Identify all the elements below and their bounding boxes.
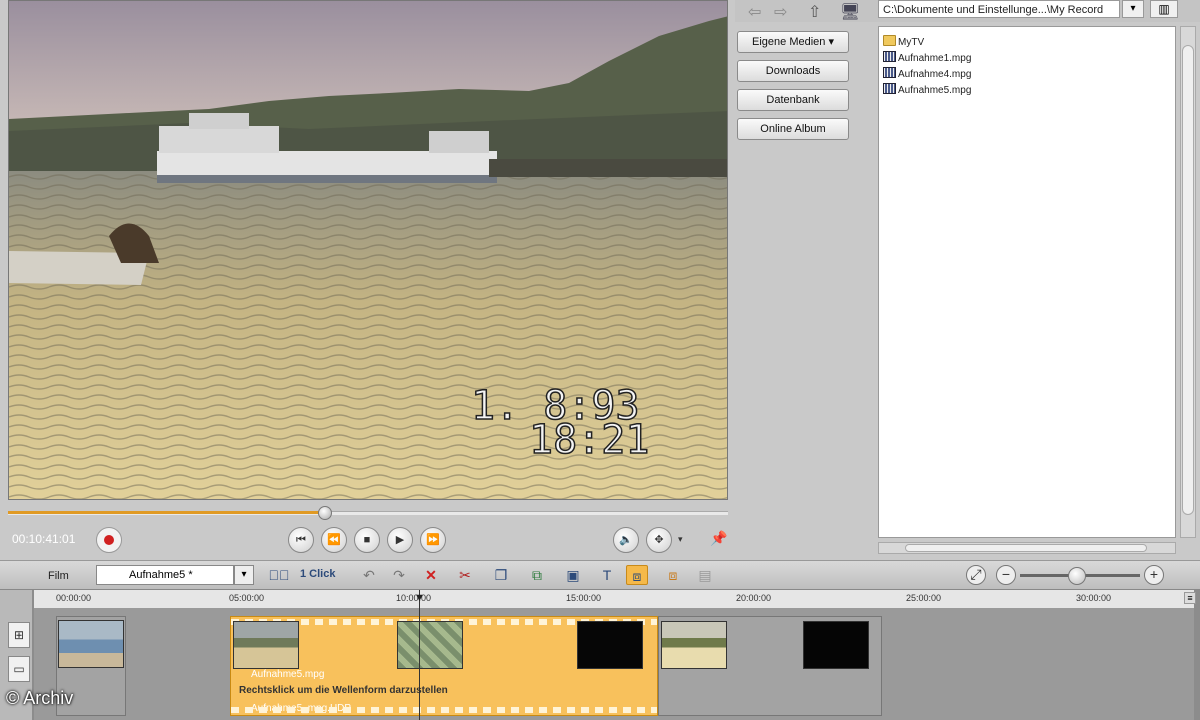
ruler-tick: 20:00:00 (736, 593, 772, 603)
fullscreen-toggle-icon[interactable]: ✥ (646, 527, 672, 553)
ruler-tick: 30:00:00 (1076, 593, 1112, 603)
playhead[interactable] (419, 590, 420, 720)
source-button-datenbank[interactable]: Datenbank (737, 89, 849, 111)
edit-toolbar: Film Aufnahme5 * ▾ ▶⃞ 1 Click ↶ ↷ ✕ ✂ ❐ … (0, 560, 1200, 590)
film-dropdown-icon[interactable]: ▾ (234, 565, 254, 585)
skip-start-button[interactable]: ⏮ (288, 527, 314, 553)
up-folder-icon[interactable]: ⇧ (808, 2, 821, 22)
scroll-thumb[interactable] (1182, 45, 1194, 515)
seek-handle[interactable] (317, 506, 332, 520)
record-button[interactable] (96, 527, 122, 553)
video-file-icon (883, 51, 896, 62)
insert-icon[interactable]: ⧉ (526, 565, 548, 585)
video-file-icon (883, 83, 896, 94)
film-label: Film (48, 570, 69, 582)
clip-thumbnail (397, 621, 463, 669)
zoom-out-icon[interactable]: − (996, 565, 1016, 585)
timeline-menu-icon[interactable]: ≡ (1184, 592, 1196, 604)
zoom-slider-handle[interactable] (1068, 567, 1086, 585)
file-item[interactable]: Aufnahme4.mpg (883, 67, 971, 80)
one-click-button[interactable]: 1 Click (300, 568, 335, 580)
ruler-tick: 15:00:00 (566, 593, 602, 603)
one-click-cut-icon[interactable]: ▶⃞ (268, 565, 290, 585)
vertical-scrollbar[interactable] (1180, 26, 1196, 538)
group-icon[interactable]: ▤ (694, 565, 716, 585)
ruler-tick: 05:00:00 (229, 593, 265, 603)
osd-time: 18:21 (529, 417, 649, 463)
video-preview[interactable]: 1. 8:93 18:21 (8, 0, 728, 500)
redo-icon[interactable]: ↷ (388, 565, 410, 585)
storyboard-view-icon[interactable]: ⊞ (8, 622, 30, 648)
transport-controls: 00:10:41:01 ⏮ ⏪ ■ ▶ ⏩ 🔈 ✥ ▾ 📌 (0, 522, 735, 558)
split-icon[interactable]: ⧈ (662, 565, 684, 585)
seek-progress (8, 511, 325, 514)
clip-thumbnail (803, 621, 869, 669)
forward-arrow-icon[interactable]: ⇨ (774, 2, 787, 22)
film-select[interactable]: Aufnahme5 * (96, 565, 234, 585)
clip-title: Aufnahme5.mpg (251, 669, 325, 680)
zoom-fit-icon[interactable]: ⤢ (966, 565, 986, 585)
path-history-dropdown[interactable]: ▾ (1122, 0, 1144, 18)
storyboard-icon[interactable]: ⧈ (626, 565, 648, 585)
scroll-thumb[interactable] (905, 544, 1147, 552)
video-frame: 1. 8:93 18:21 (9, 1, 727, 499)
copy-icon[interactable]: ❐ (490, 565, 512, 585)
display-dropdown-icon[interactable]: ▾ (678, 534, 683, 545)
file-item[interactable]: MyTV (883, 35, 924, 48)
file-list: MyTV Aufnahme1.mpg Aufnahme4.mpg Aufnahm… (878, 26, 1176, 538)
file-item[interactable]: Aufnahme1.mpg (883, 51, 971, 64)
ruler-tick: 25:00:00 (906, 593, 942, 603)
horizontal-scrollbar[interactable] (878, 542, 1176, 554)
clip-thumbnail (58, 620, 124, 668)
source-button-online-album[interactable]: Online Album (737, 118, 849, 140)
view-mode-icon[interactable]: ▥ (1150, 0, 1178, 18)
clip-thumbnail (577, 621, 643, 669)
clip-thumbnail (233, 621, 299, 669)
play-button[interactable]: ▶ (387, 527, 413, 553)
video-file-icon (883, 67, 896, 78)
clip-thumbnail (661, 621, 727, 669)
copyright-watermark: © Archiv (6, 688, 74, 708)
delete-icon[interactable]: ✕ (420, 565, 442, 585)
pin-icon[interactable]: 📌 (710, 530, 727, 547)
path-field[interactable]: C:\Dokumente und Einstellunge...\My Reco… (878, 0, 1120, 18)
undo-icon[interactable]: ↶ (358, 565, 380, 585)
stop-button[interactable]: ■ (354, 527, 380, 553)
timeline[interactable]: ⊞ ▭ 00:00:00 05:00:00 10:00:00 15:00:00 … (0, 590, 1200, 720)
computer-icon[interactable]: 🖥 (840, 2, 860, 22)
back-arrow-icon[interactable]: ⇦ (748, 2, 761, 22)
playhead-marker-icon[interactable]: ▼ (414, 592, 425, 604)
zoom-in-icon[interactable]: + (1144, 565, 1164, 585)
cut-icon[interactable]: ✂ (454, 565, 476, 585)
timeline-clip[interactable] (658, 616, 882, 716)
timeline-view-icon[interactable]: ▭ (8, 656, 30, 682)
rewind-button[interactable]: ⏪ (321, 527, 347, 553)
source-button-eigene-medien[interactable]: Eigene Medien ▾ (737, 31, 849, 53)
fast-forward-button[interactable]: ⏩ (420, 527, 446, 553)
title-icon[interactable]: T (596, 565, 618, 585)
folder-icon (883, 35, 896, 46)
selected-timeline-clip[interactable]: Aufnahme5.mpg Rechtsklick um die Wellenf… (230, 616, 658, 716)
film-perforation (231, 707, 657, 713)
seek-bar[interactable] (8, 506, 728, 520)
timecode-display: 00:10:41:01 (12, 532, 76, 546)
file-item[interactable]: Aufnahme5.mpg (883, 83, 971, 96)
volume-icon[interactable]: 🔈 (613, 527, 639, 553)
effect-label: Rechtsklick um die Wellenform darzustell… (239, 685, 448, 696)
snapshot-icon[interactable]: ▣ (562, 565, 584, 585)
source-button-downloads[interactable]: Downloads (737, 60, 849, 82)
ruler-tick: 00:00:00 (56, 593, 92, 603)
time-ruler[interactable]: 00:00:00 05:00:00 10:00:00 15:00:00 20:0… (34, 590, 1194, 609)
